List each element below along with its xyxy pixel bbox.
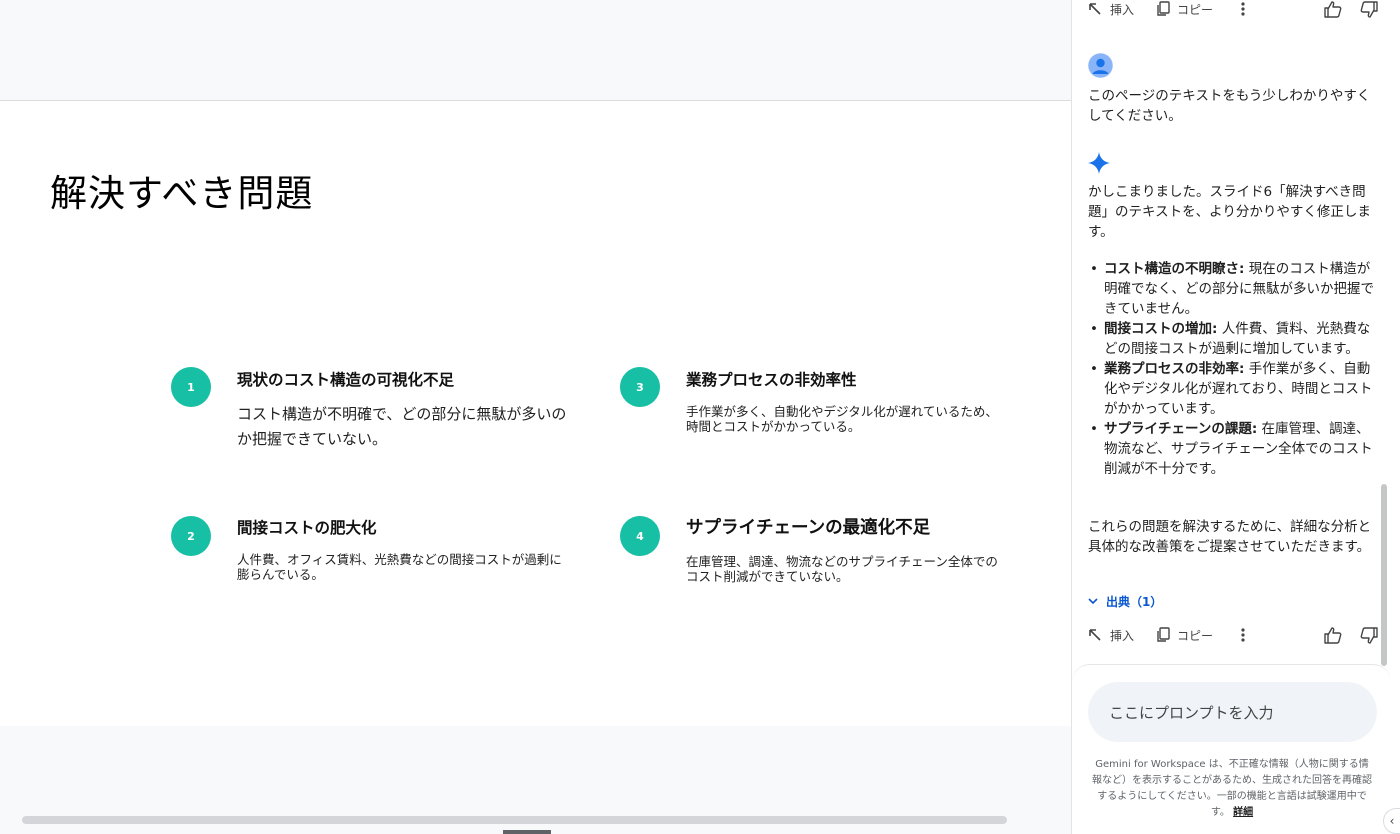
copy-icon <box>1156 1 1171 17</box>
thumbs-down-icon[interactable] <box>1360 626 1378 644</box>
prompt-area: ここにプロンプトを入力 Gemini for Workspace は、不正確な情… <box>1072 664 1391 834</box>
prompt-input[interactable]: ここにプロンプトを入力 <box>1088 682 1377 742</box>
disclaimer-body: Gemini for Workspace は、不正確な情報（人物に関する情報など… <box>1092 759 1372 818</box>
list-item: 間接コストの増加: 人件費、賃料、光熱費などの間接コストが過剰に増加しています。 <box>1088 319 1378 359</box>
response-outro: これらの問題を解決するために、詳細な分析と具体的な改善策をご提案させていただきま… <box>1088 519 1372 555</box>
more-options-icon[interactable] <box>1235 628 1251 642</box>
disclaimer-text: Gemini for Workspace は、不正確な情報（人物に関する情報など… <box>1092 757 1372 821</box>
insert-button[interactable]: 挿入 <box>1088 627 1134 644</box>
number-badge: 3 <box>620 367 660 407</box>
copy-label: コピー <box>1177 2 1214 17</box>
chevron-down-icon <box>1088 598 1098 605</box>
thumbs-up-icon[interactable] <box>1324 0 1342 18</box>
copy-icon <box>1156 627 1171 643</box>
more-options-icon[interactable] <box>1235 2 1251 16</box>
item-title: 間接コストの肥大化 <box>237 519 377 537</box>
panel-scrollbar[interactable] <box>1381 484 1387 666</box>
number-badge: 2 <box>171 516 211 556</box>
copy-label: コピー <box>1177 628 1214 643</box>
user-avatar <box>1088 53 1113 78</box>
details-link[interactable]: 詳細 <box>1233 807 1253 818</box>
sources-toggle[interactable]: 出典（1） <box>1088 593 1162 610</box>
insert-label: 挿入 <box>1110 2 1135 17</box>
response-actions-bottom: 挿入 コピー <box>1088 623 1378 647</box>
slide-editor-area: 解決すべき問題 1 現状のコスト構造の可視化不足 コスト構造が不明確で、どの部分… <box>0 0 1071 834</box>
slide-title[interactable]: 解決すべき問題 <box>50 163 313 217</box>
item-title: サプライチェーンの最適化不足 <box>686 518 931 538</box>
item-description: 人件費、オフィス賃料、光熱費などの間接コストが過剰に膨らんでいる。 <box>237 552 562 582</box>
insert-arrow-icon <box>1088 628 1102 642</box>
number-badge: 4 <box>620 516 660 556</box>
gemini-spark-icon <box>1088 152 1110 174</box>
slide-canvas[interactable]: 解決すべき問題 1 現状のコスト構造の可視化不足 コスト構造が不明確で、どの部分… <box>0 100 1071 726</box>
list-item: 業務プロセスの非効率: 手作業が多く、自動化やデジタル化が遅れており、時間とコス… <box>1088 359 1378 419</box>
copy-button[interactable]: コピー <box>1156 627 1213 644</box>
item-title: 現状のコスト構造の可視化不足 <box>237 371 455 389</box>
user-message: このページのテキストをもう少しわかりやすくしてください。 <box>1088 88 1371 124</box>
item-description: 在庫管理、調達、物流などのサプライチェーン全体でのコスト削減ができていない。 <box>686 554 998 584</box>
thumbs-up-icon[interactable] <box>1324 626 1342 644</box>
list-item: サプライチェーンの課題: 在庫管理、調達、物流など、サプライチェーン全体でのコス… <box>1088 419 1378 479</box>
insert-button[interactable]: 挿入 <box>1088 1 1134 18</box>
insert-arrow-icon <box>1088 2 1102 16</box>
horizontal-scrollbar[interactable] <box>22 816 1007 824</box>
thumbs-down-icon[interactable] <box>1360 0 1378 18</box>
resize-handle[interactable] <box>503 830 551 834</box>
item-description: コスト構造が不明確で、どの部分に無駄が多いのか把握できていない。 <box>237 405 567 448</box>
item-description: 手作業が多く、自動化やデジタル化が遅れているため、時間とコストがかかっている。 <box>686 404 998 434</box>
insert-label: 挿入 <box>1110 628 1135 643</box>
bullet-heading: 業務プロセスの非効率: <box>1104 361 1245 377</box>
sources-label: 出典（1） <box>1106 595 1163 609</box>
bullet-heading: コスト構造の不明瞭さ: <box>1104 261 1245 277</box>
gemini-side-panel: 挿入 コピー このページのテキストをもう少しわかりやすくしてください。 かしこま… <box>1071 0 1400 834</box>
list-item: コスト構造の不明瞭さ: 現在のコスト構造が明確でなく、どの部分に無駄が多いか把握… <box>1088 259 1378 319</box>
copy-button[interactable]: コピー <box>1156 1 1213 18</box>
response-bullet-list: コスト構造の不明瞭さ: 現在のコスト構造が明確でなく、どの部分に無駄が多いか把握… <box>1088 259 1378 479</box>
bullet-heading: 間接コストの増加: <box>1104 321 1218 337</box>
item-title: 業務プロセスの非効率性 <box>686 371 857 389</box>
number-badge: 1 <box>171 367 211 407</box>
response-intro: かしこまりました。スライド6「解決すべき問題」のテキストを、より分かりやすく修正… <box>1088 184 1371 240</box>
response-actions-top: 挿入 コピー <box>1088 0 1378 21</box>
bullet-heading: サプライチェーンの課題: <box>1104 421 1258 437</box>
